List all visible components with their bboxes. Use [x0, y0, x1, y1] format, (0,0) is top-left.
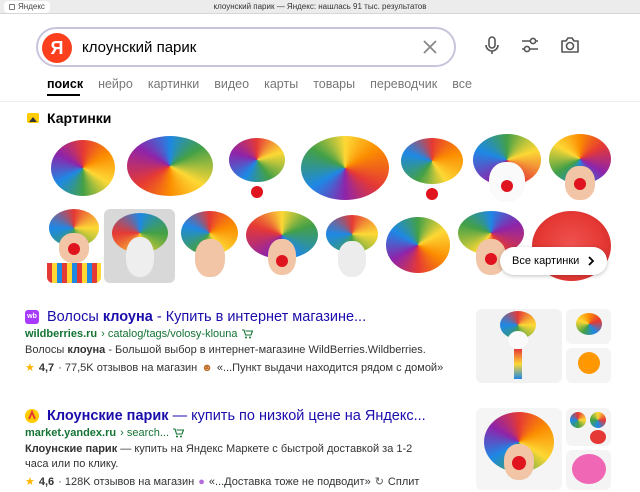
image-thumbnail[interactable] [179, 209, 240, 283]
close-icon[interactable] [420, 37, 440, 57]
filter-icon[interactable] [519, 34, 541, 56]
tab-video[interactable]: видео [214, 77, 249, 91]
image-thumbnail[interactable] [221, 132, 293, 204]
all-images-button[interactable]: Все картинки [500, 247, 608, 275]
search-tabs: поиск нейро картинки видео карты товары … [47, 77, 472, 91]
image-thumbnail[interactable] [297, 132, 393, 204]
camera-search-icon[interactable] [559, 34, 581, 56]
tab-images[interactable]: картинки [148, 77, 199, 91]
image-thumbnail[interactable] [47, 132, 119, 204]
all-images-label: Все картинки [512, 255, 580, 267]
product-image[interactable] [566, 408, 611, 446]
yandex-logo[interactable]: Я [42, 33, 72, 63]
window-title: клоунский парик — Яндекс: нашлась 91 тыс… [213, 2, 427, 11]
header-divider [0, 101, 640, 102]
cart-icon [173, 428, 185, 438]
image-thumbnail[interactable] [471, 132, 543, 204]
result-rating-line: ★ 4,7 · 77,5K отзывов на магазин ☻ «...П… [25, 361, 444, 375]
image-thumbnail[interactable] [384, 209, 452, 283]
search-result: wb Волосы клоуна - Купить в интернет маг… [25, 309, 465, 374]
smiley-icon: ☻ [201, 361, 213, 374]
cart-icon [241, 329, 253, 339]
star-icon: ★ [25, 476, 35, 488]
image-thumbnail[interactable] [244, 209, 320, 283]
image-thumbnail[interactable] [547, 132, 613, 204]
product-image[interactable] [476, 408, 562, 490]
product-image[interactable] [566, 309, 611, 344]
star-icon: ★ [25, 362, 35, 374]
active-tab-indicator [47, 94, 80, 96]
tab-neuro[interactable]: нейро [98, 77, 133, 91]
tab-translator[interactable]: переводчик [370, 77, 437, 91]
result-url[interactable]: market.yandex.ru › search... [25, 427, 465, 439]
yandex-market-favicon [25, 409, 39, 423]
search-box[interactable]: Я клоунский парик [36, 27, 456, 67]
result-title-link[interactable]: Клоунские парик — купить по низкой цене … [47, 408, 465, 424]
chevron-right-icon [588, 256, 595, 266]
images-icon [27, 113, 39, 123]
search-result: Клоунские парик — купить по низкой цене … [25, 408, 465, 488]
search-input[interactable]: клоунский парик [82, 39, 196, 56]
tab-all[interactable]: все [452, 77, 472, 91]
window-titlebar: Яндекс клоунский парик — Яндекс: нашлась… [0, 0, 640, 14]
tab-products[interactable]: товары [313, 77, 355, 91]
result-title-link[interactable]: Волосы клоуна - Купить в интернет магази… [47, 309, 465, 325]
product-image[interactable] [566, 348, 611, 383]
result-snippet: Волосы клоуна - Большой выбор в интернет… [25, 344, 426, 356]
tab-maps[interactable]: карты [264, 77, 298, 91]
images-section-header[interactable]: Картинки [27, 110, 111, 126]
split-label[interactable]: Сплит [388, 476, 420, 488]
result-rating-line: ★ 4,6 · 128K отзывов на магазин ● «...До… [25, 475, 420, 489]
split-icon: ↻ [374, 476, 384, 488]
image-thumbnail[interactable] [47, 209, 101, 283]
microphone-icon[interactable] [481, 34, 503, 56]
wildberries-favicon: wb [25, 310, 39, 324]
product-image[interactable] [476, 309, 562, 383]
image-thumbnail[interactable] [104, 209, 175, 283]
image-thumbnail[interactable] [123, 132, 217, 204]
tab-search[interactable]: поиск [47, 77, 83, 91]
images-heading[interactable]: Картинки [47, 110, 111, 126]
result-snippet: Клоунские парик — купить на Яндекс Марке… [25, 443, 413, 470]
image-thumbnail[interactable] [397, 132, 467, 204]
image-thumbnail[interactable] [324, 209, 380, 283]
smiley-icon: ● [198, 475, 205, 488]
result-url[interactable]: wildberries.ru › catalog/tags/volosy-klou… [25, 328, 465, 340]
product-image[interactable] [566, 450, 611, 490]
